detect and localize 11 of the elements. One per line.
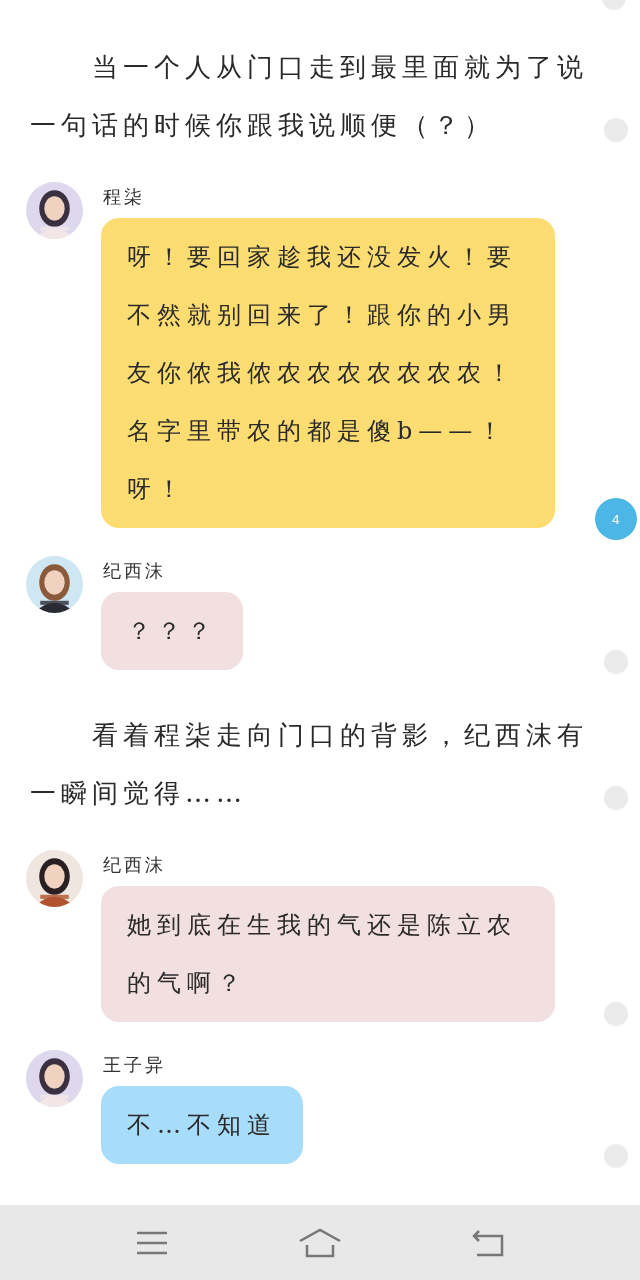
message-bubble: 呀！要回家趁我还没发火！要不然就别回来了！跟你的小男友你侬我侬农农农农农农农！名字里带农的都是傻b——！呀！ — [101, 218, 555, 528]
narration-text: 当一个人从门口走到最里面就为了说一句话的时候你跟我说顺便（？） — [29, 51, 589, 142]
message-bubble: 她到底在生我的气还是陈立农的气啊？ — [101, 886, 555, 1022]
comment-count[interactable]: 4 — [595, 498, 637, 540]
speaker-name: 纪西沫 — [102, 560, 166, 582]
narration-text: 看着程柒走向门口的背影，纪西沫有一瞬间觉得…… — [29, 719, 589, 810]
speaker-name: 纪西沫 — [102, 854, 166, 876]
speaker-name: 程柒 — [102, 186, 145, 208]
message-bubble: ？？？ — [101, 592, 243, 670]
message-bubble: 不…不知道 — [101, 1086, 303, 1164]
speaker-name: 王子异 — [102, 1054, 166, 1076]
